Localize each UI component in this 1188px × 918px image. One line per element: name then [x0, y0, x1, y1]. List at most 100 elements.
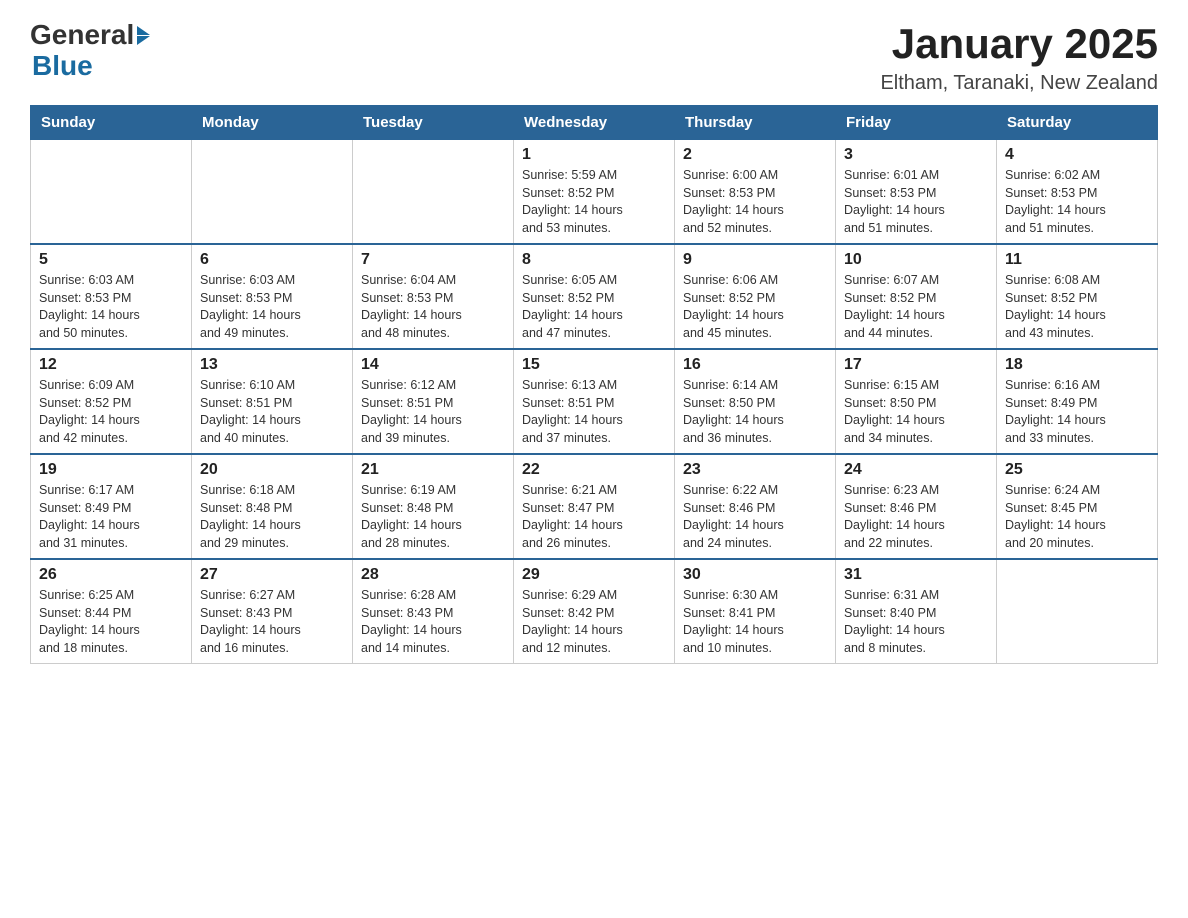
- day-info: Sunrise: 5:59 AM Sunset: 8:52 PM Dayligh…: [522, 167, 666, 237]
- calendar-cell: 3 Sunrise: 6:01 AM Sunset: 8:53 PM Daylig…: [836, 140, 997, 245]
- day-info: Sunrise: 6:15 AM Sunset: 8:50 PM Dayligh…: [844, 377, 988, 447]
- day-number: 15: [522, 356, 666, 374]
- day-number: 21: [361, 461, 505, 479]
- day-number: 13: [200, 356, 344, 374]
- day-info: Sunrise: 6:02 AM Sunset: 8:53 PM Dayligh…: [1005, 167, 1149, 237]
- calendar-cell: 12Sunrise: 6:09 AM Sunset: 8:52 PM Dayli…: [31, 349, 192, 454]
- day-number: 4: [1005, 146, 1149, 164]
- day-number: 6: [200, 251, 344, 269]
- calendar-cell: 20 Sunrise: 6:18 AM Sunset: 8:48 PM Dayli…: [192, 454, 353, 559]
- calendar-cell: 6 Sunrise: 6:03 AM Sunset: 8:53 PM Daylig…: [192, 244, 353, 349]
- day-number: 14: [361, 356, 505, 374]
- calendar-cell: [192, 140, 353, 245]
- calendar-cell: 1 Sunrise: 5:59 AM Sunset: 8:52 PM Daylig…: [514, 140, 675, 245]
- day-number: 8: [522, 251, 666, 269]
- calendar-body: 1 Sunrise: 5:59 AM Sunset: 8:52 PM Daylig…: [31, 140, 1158, 664]
- week-row-1: 5 Sunrise: 6:03 AM Sunset: 8:53 PM Daylig…: [31, 244, 1158, 349]
- day-number: 9: [683, 251, 827, 269]
- day-number: 5: [39, 251, 183, 269]
- calendar-cell: 16 Sunrise: 6:14 AM Sunset: 8:50 PM Dayli…: [675, 349, 836, 454]
- day-number: 25: [1005, 461, 1149, 479]
- page-header: General Blue January 2025 Eltham, Tarana…: [30, 20, 1158, 95]
- calendar-cell: 5Sunrise: 6:03 AM Sunset: 8:53 PM Daylig…: [31, 244, 192, 349]
- calendar-cell: 31Sunrise: 6:31 AM Sunset: 8:40 PM Dayli…: [836, 559, 997, 664]
- day-info: Sunrise: 6:21 AM Sunset: 8:47 PM Dayligh…: [522, 482, 666, 552]
- day-info: Sunrise: 6:27 AM Sunset: 8:43 PM Dayligh…: [200, 587, 344, 657]
- day-number: 10: [844, 251, 988, 269]
- logo: General Blue: [30, 20, 150, 82]
- header-thursday: Thursday: [675, 106, 836, 140]
- day-info: Sunrise: 6:13 AM Sunset: 8:51 PM Dayligh…: [522, 377, 666, 447]
- calendar-cell: 25Sunrise: 6:24 AM Sunset: 8:45 PM Dayli…: [997, 454, 1158, 559]
- week-row-4: 26 Sunrise: 6:25 AM Sunset: 8:44 PM Dayli…: [31, 559, 1158, 664]
- day-info: Sunrise: 6:04 AM Sunset: 8:53 PM Dayligh…: [361, 272, 505, 342]
- calendar-cell: 28Sunrise: 6:28 AM Sunset: 8:43 PM Dayli…: [353, 559, 514, 664]
- calendar-cell: 29 Sunrise: 6:29 AM Sunset: 8:42 PM Dayli…: [514, 559, 675, 664]
- day-info: Sunrise: 6:25 AM Sunset: 8:44 PM Dayligh…: [39, 587, 183, 657]
- calendar-cell: 21 Sunrise: 6:19 AM Sunset: 8:48 PM Dayli…: [353, 454, 514, 559]
- title-section: January 2025 Eltham, Taranaki, New Zeala…: [880, 20, 1158, 95]
- header-friday: Friday: [836, 106, 997, 140]
- day-info: Sunrise: 6:00 AM Sunset: 8:53 PM Dayligh…: [683, 167, 827, 237]
- day-info: Sunrise: 6:08 AM Sunset: 8:52 PM Dayligh…: [1005, 272, 1149, 342]
- day-number: 20: [200, 461, 344, 479]
- calendar-cell: [997, 559, 1158, 664]
- day-number: 7: [361, 251, 505, 269]
- calendar-cell: 10 Sunrise: 6:07 AM Sunset: 8:52 PM Dayli…: [836, 244, 997, 349]
- calendar-cell: 8Sunrise: 6:05 AM Sunset: 8:52 PM Daylig…: [514, 244, 675, 349]
- day-info: Sunrise: 6:22 AM Sunset: 8:46 PM Dayligh…: [683, 482, 827, 552]
- day-info: Sunrise: 6:07 AM Sunset: 8:52 PM Dayligh…: [844, 272, 988, 342]
- header-tuesday: Tuesday: [353, 106, 514, 140]
- day-number: 30: [683, 566, 827, 584]
- calendar-cell: 13 Sunrise: 6:10 AM Sunset: 8:51 PM Dayli…: [192, 349, 353, 454]
- day-info: Sunrise: 6:03 AM Sunset: 8:53 PM Dayligh…: [200, 272, 344, 342]
- day-number: 29: [522, 566, 666, 584]
- calendar-cell: 14 Sunrise: 6:12 AM Sunset: 8:51 PM Dayli…: [353, 349, 514, 454]
- calendar-cell: 11Sunrise: 6:08 AM Sunset: 8:52 PM Dayli…: [997, 244, 1158, 349]
- logo-general-text: General: [30, 20, 134, 51]
- day-number: 23: [683, 461, 827, 479]
- week-row-2: 12Sunrise: 6:09 AM Sunset: 8:52 PM Dayli…: [31, 349, 1158, 454]
- calendar-cell: [353, 140, 514, 245]
- day-info: Sunrise: 6:17 AM Sunset: 8:49 PM Dayligh…: [39, 482, 183, 552]
- day-info: Sunrise: 6:29 AM Sunset: 8:42 PM Dayligh…: [522, 587, 666, 657]
- calendar-cell: 9 Sunrise: 6:06 AM Sunset: 8:52 PM Daylig…: [675, 244, 836, 349]
- day-info: Sunrise: 6:16 AM Sunset: 8:49 PM Dayligh…: [1005, 377, 1149, 447]
- calendar-title: January 2025: [880, 20, 1158, 68]
- calendar-cell: 15 Sunrise: 6:13 AM Sunset: 8:51 PM Dayli…: [514, 349, 675, 454]
- day-info: Sunrise: 6:01 AM Sunset: 8:53 PM Dayligh…: [844, 167, 988, 237]
- day-info: Sunrise: 6:06 AM Sunset: 8:52 PM Dayligh…: [683, 272, 827, 342]
- day-number: 24: [844, 461, 988, 479]
- calendar-cell: 23 Sunrise: 6:22 AM Sunset: 8:46 PM Dayli…: [675, 454, 836, 559]
- calendar-cell: [31, 140, 192, 245]
- calendar-cell: 7 Sunrise: 6:04 AM Sunset: 8:53 PM Daylig…: [353, 244, 514, 349]
- day-number: 3: [844, 146, 988, 164]
- header-sunday: Sunday: [31, 106, 192, 140]
- calendar-cell: 18Sunrise: 6:16 AM Sunset: 8:49 PM Dayli…: [997, 349, 1158, 454]
- day-number: 22: [522, 461, 666, 479]
- day-info: Sunrise: 6:12 AM Sunset: 8:51 PM Dayligh…: [361, 377, 505, 447]
- day-info: Sunrise: 6:10 AM Sunset: 8:51 PM Dayligh…: [200, 377, 344, 447]
- calendar-cell: 17 Sunrise: 6:15 AM Sunset: 8:50 PM Dayli…: [836, 349, 997, 454]
- day-info: Sunrise: 6:14 AM Sunset: 8:50 PM Dayligh…: [683, 377, 827, 447]
- days-of-week-row: SundayMondayTuesdayWednesdayThursdayFrid…: [31, 106, 1158, 140]
- day-info: Sunrise: 6:19 AM Sunset: 8:48 PM Dayligh…: [361, 482, 505, 552]
- day-info: Sunrise: 6:18 AM Sunset: 8:48 PM Dayligh…: [200, 482, 344, 552]
- header-monday: Monday: [192, 106, 353, 140]
- day-number: 16: [683, 356, 827, 374]
- calendar-cell: 2 Sunrise: 6:00 AM Sunset: 8:53 PM Daylig…: [675, 140, 836, 245]
- day-number: 1: [522, 146, 666, 164]
- day-number: 26: [39, 566, 183, 584]
- day-number: 28: [361, 566, 505, 584]
- day-number: 19: [39, 461, 183, 479]
- day-info: Sunrise: 6:30 AM Sunset: 8:41 PM Dayligh…: [683, 587, 827, 657]
- calendar-cell: 27Sunrise: 6:27 AM Sunset: 8:43 PM Dayli…: [192, 559, 353, 664]
- day-number: 31: [844, 566, 988, 584]
- day-number: 2: [683, 146, 827, 164]
- week-row-3: 19 Sunrise: 6:17 AM Sunset: 8:49 PM Dayli…: [31, 454, 1158, 559]
- calendar-cell: 24 Sunrise: 6:23 AM Sunset: 8:46 PM Dayli…: [836, 454, 997, 559]
- day-info: Sunrise: 6:23 AM Sunset: 8:46 PM Dayligh…: [844, 482, 988, 552]
- logo-blue-text: Blue: [32, 51, 150, 82]
- day-number: 17: [844, 356, 988, 374]
- calendar-table: SundayMondayTuesdayWednesdayThursdayFrid…: [30, 105, 1158, 664]
